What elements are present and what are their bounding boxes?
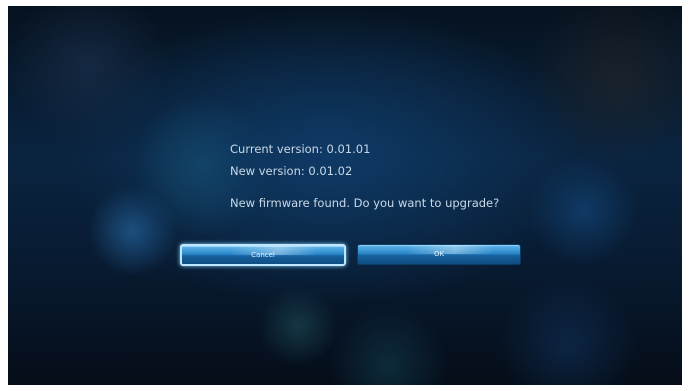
new-version-text: New version: 0.01.02 <box>230 164 353 178</box>
cancel-button[interactable]: Cancel <box>180 244 346 266</box>
cancel-button-label: Cancel <box>251 251 275 259</box>
ok-button-label: OK <box>433 250 445 258</box>
screen-frame: Current version: 0.01.01 New version: 0.… <box>8 6 682 385</box>
ok-button[interactable]: OK <box>357 244 521 265</box>
current-version-text: Current version: 0.01.01 <box>230 142 371 156</box>
upgrade-prompt-text: New firmware found. Do you want to upgra… <box>230 196 500 210</box>
